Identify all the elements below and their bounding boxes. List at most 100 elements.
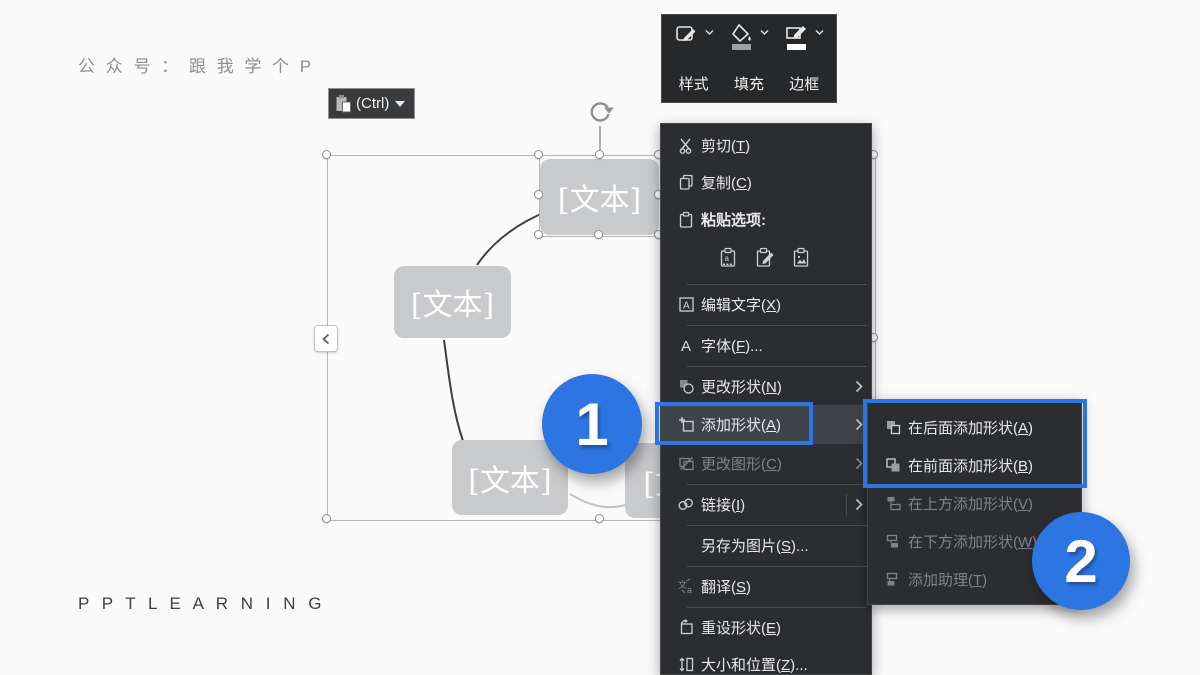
slide-canvas: 公 众 号 ： 跟 我 学 个 P P P T L E A R N I N G … (0, 0, 1200, 675)
selection-handle[interactable] (322, 150, 331, 159)
submenu-item-add-shape-after[interactable]: 在后面添加形状(A) (868, 408, 1081, 446)
menu-item-reset-shape[interactable]: 重设形状(E) (661, 609, 871, 646)
menu-item-label: 翻译(S) (701, 576, 751, 597)
ctrl-label: (Ctrl) (356, 95, 389, 112)
submenu-arrow-icon (846, 494, 863, 516)
watermark-top: 公 众 号 ： 跟 我 学 个 P (78, 52, 314, 77)
menu-item-edit-text[interactable]: A 编辑文字(X) (661, 286, 871, 323)
svg-text:a: a (687, 585, 692, 595)
svg-text:A: A (681, 338, 691, 354)
add-shape-before-icon (878, 457, 908, 474)
menu-item-change-shape[interactable]: 更改形状(N) (661, 368, 871, 405)
menu-item-add-shape[interactable]: 添加形状(A) (661, 405, 871, 444)
menu-item-translate[interactable]: 文a 翻译(S) (661, 568, 871, 605)
add-shape-above-icon (878, 495, 908, 512)
text-pane-toggle-button[interactable] (314, 325, 338, 352)
menu-item-link[interactable]: 链接(I) (661, 486, 871, 523)
menu-item-label: 重设形状(E) (701, 617, 781, 638)
menu-separator (687, 325, 867, 326)
menu-item-save-as-picture[interactable]: 另存为图片(S)... (661, 527, 871, 564)
menu-item-label: 更改形状(N) (701, 376, 782, 397)
paste-picture-button[interactable] (792, 247, 814, 274)
shape-handle[interactable] (594, 230, 603, 239)
chevron-down-icon (760, 29, 769, 37)
smartart-shape-left[interactable]: [文本] (394, 266, 511, 338)
submenu-arrow-icon (855, 380, 863, 393)
size-position-icon (671, 656, 701, 673)
translate-icon: 文a (671, 578, 701, 595)
style-button[interactable]: 样式 (667, 21, 721, 96)
shape-handle[interactable] (534, 230, 543, 239)
shape-handle[interactable] (534, 190, 543, 199)
border-label: 边框 (789, 76, 819, 94)
reset-shape-icon (671, 619, 701, 636)
style-icon (674, 23, 702, 49)
submenu-item-add-shape-above: 在上方添加形状(V) (868, 484, 1081, 522)
clipboard-icon (671, 211, 701, 228)
menu-separator (687, 366, 867, 367)
menu-item-change-graphic: 更改图形(C) (661, 444, 871, 482)
paste-keep-text-button[interactable]: a (719, 247, 740, 274)
selection-handle[interactable] (595, 514, 604, 523)
style-label: 样式 (679, 76, 709, 94)
menu-item-label: 更改图形(C) (701, 453, 782, 474)
submenu-arrow-icon (855, 457, 863, 470)
menu-item-label: 在下方添加形状(W) (908, 531, 1037, 552)
step-1-badge: 1 (542, 374, 642, 474)
menu-item-label: 在上方添加形状(V) (908, 493, 1033, 514)
dropdown-arrow-icon (395, 101, 405, 107)
menu-item-label: 添加形状(A) (701, 414, 781, 435)
menu-item-paste-options: 粘贴选项: (661, 201, 871, 238)
menu-separator (687, 607, 867, 608)
svg-text:文: 文 (678, 579, 687, 590)
menu-item-label: 字体(F)... (701, 335, 763, 356)
paste-formatting-button[interactable] (755, 247, 777, 274)
step-2-badge: 2 (1032, 512, 1130, 610)
menu-separator (687, 525, 867, 526)
fill-button[interactable]: 填充 (722, 21, 776, 96)
shape-handle[interactable] (534, 150, 543, 159)
menu-item-font[interactable]: A 字体(F)... (661, 327, 871, 364)
menu-item-label: 另存为图片(S)... (701, 535, 809, 556)
chevron-down-icon (815, 29, 824, 37)
border-icon (784, 23, 812, 53)
menu-item-label: 编辑文字(X) (701, 294, 781, 315)
menu-item-size-position[interactable]: 大小和位置(Z)... (661, 646, 871, 675)
chevron-left-icon (322, 333, 330, 345)
paste-options-ctrl-button[interactable]: (Ctrl) (328, 88, 415, 119)
paste-options-row: a (661, 238, 871, 282)
font-icon: A (671, 337, 701, 354)
watermark-bottom: P P T L E A R N I N G (78, 594, 325, 614)
svg-text:A: A (683, 301, 690, 312)
menu-item-copy[interactable]: 复制(C) (661, 164, 871, 201)
change-shape-icon (671, 378, 701, 395)
link-icon (671, 496, 701, 513)
menu-item-cut[interactable]: 剪切(T) (661, 127, 871, 164)
add-assistant-icon (878, 571, 908, 588)
svg-text:a: a (725, 254, 730, 263)
menu-item-label: 剪切(T) (701, 135, 750, 156)
selection-handle[interactable] (595, 150, 604, 159)
change-graphic-icon (671, 455, 701, 472)
rotate-handle-icon[interactable] (585, 97, 615, 127)
menu-item-label: 在前面添加形状(B) (908, 455, 1033, 476)
add-shape-below-icon (878, 533, 908, 550)
submenu-arrow-icon (855, 418, 863, 431)
menu-item-label: 大小和位置(Z)... (701, 654, 808, 675)
menu-separator (687, 484, 867, 485)
submenu-item-add-shape-before[interactable]: 在前面添加形状(B) (868, 446, 1081, 484)
add-shape-after-icon (878, 419, 908, 436)
border-button[interactable]: 边框 (777, 21, 831, 96)
fill-icon (729, 23, 757, 53)
context-menu: 剪切(T) 复制(C) 粘贴选项: a (660, 123, 872, 675)
paste-picture-icon (792, 247, 814, 269)
menu-item-label: 链接(I) (701, 494, 745, 515)
edit-text-icon: A (671, 296, 701, 313)
menu-item-label: 粘贴选项: (701, 209, 766, 230)
shape-placeholder-text: [文本] (468, 456, 551, 500)
selection-handle[interactable] (322, 514, 331, 523)
shape-selection-frame (539, 155, 661, 237)
add-shape-icon (671, 416, 701, 433)
menu-separator (687, 566, 867, 567)
cut-icon (671, 137, 701, 154)
